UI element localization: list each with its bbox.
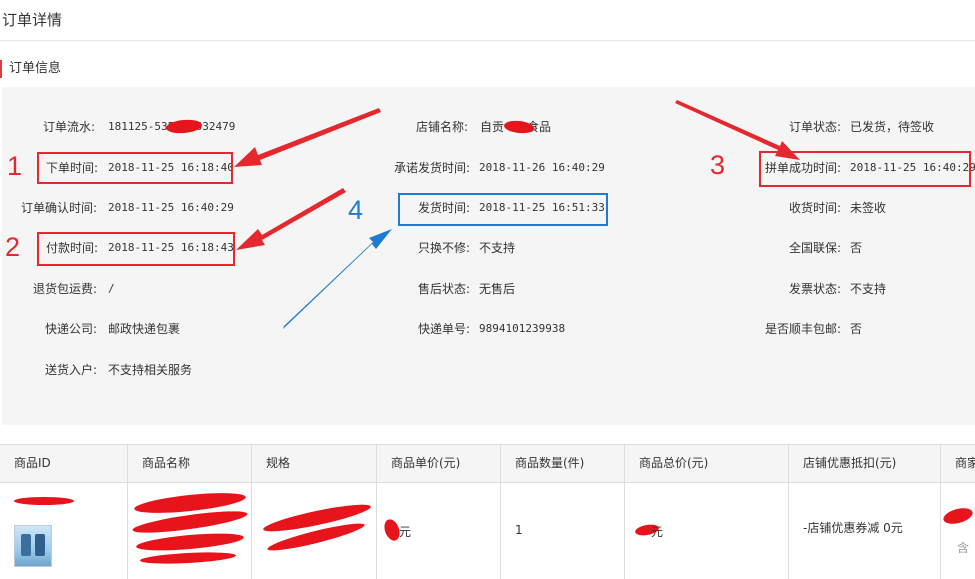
field-home-delivery: 送货入户: 不支持相关服务 — [0, 360, 300, 380]
field-return-shipping: 退货包运费: / — [0, 279, 300, 299]
field-order-serial: 订单流水: 181125-535 7632479 — [0, 117, 300, 137]
page-title: 订单详情 — [0, 0, 975, 41]
col-header-unit-price: 商品单价(元) — [377, 445, 501, 482]
tracking-no-value[interactable]: 9894101239938 — [479, 319, 565, 339]
field-sf-free-shipping: 是否顺丰包邮: 否 — [660, 319, 975, 339]
field-tracking-no: 快递单号: 9894101239938 — [300, 319, 620, 339]
home-delivery-label: 送货入户: — [44, 363, 97, 377]
shop-discount-value: -店铺优惠券减 0元 — [803, 521, 903, 535]
courier-value: 邮政快递包裹 — [108, 322, 181, 336]
tracking-no-label: 快递单号: — [417, 322, 470, 336]
redaction-scribble — [139, 550, 237, 566]
courier-label: 快递公司: — [44, 322, 97, 336]
promised-ship-time-label: 承诺发货时间: — [393, 161, 470, 175]
order-confirm-time-value: 2018-11-25 16:40:29 — [108, 201, 234, 214]
unit-price-suffix: 元 — [399, 525, 412, 539]
order-serial-label: 订单流水: — [42, 120, 95, 134]
redaction-scribble — [135, 530, 245, 554]
cell-quantity: 1 — [501, 483, 625, 579]
receive-time-label: 收货时间: — [788, 201, 841, 215]
annotation-number-4: 4 — [348, 195, 364, 225]
product-table: 商品ID 商品名称 规格 商品单价(元) 商品数量(件) 商品总价(元) 店铺优… — [0, 444, 975, 579]
return-shipping-label: 退货包运费: — [32, 282, 97, 296]
col-header-total-price: 商品总价(元) — [625, 445, 789, 482]
col-header-shop-discount: 店铺优惠抵扣(元) — [789, 445, 941, 482]
sf-free-shipping-value: 否 — [850, 322, 863, 336]
after-sale-value: 无售后 — [479, 282, 516, 296]
cell-product-id — [0, 483, 128, 579]
section-title: 订单信息 — [0, 60, 61, 78]
field-after-sale: 售后状态: 无售后 — [300, 279, 620, 299]
field-exchange-only: 只换不修: 不支持 — [300, 238, 620, 258]
invoice-status-label: 发票状态: — [788, 282, 841, 296]
quantity-value: 1 — [515, 523, 523, 537]
col-header-merchant: 商家 — [955, 456, 975, 470]
home-delivery-value: 不支持相关服务 — [108, 363, 193, 377]
field-receive-time: 收货时间: 未签收 — [660, 198, 975, 218]
field-order-status: 订单状态: 已发货，待签收 — [660, 117, 975, 137]
table-header: 商品ID 商品名称 规格 商品单价(元) 商品数量(件) 商品总价(元) 店铺优… — [0, 445, 975, 483]
highlight-box-order-time — [37, 152, 233, 184]
shop-name-label: 店铺名称: — [415, 120, 468, 134]
order-status-value: 已发货，待签收 — [850, 120, 935, 134]
highlight-box-group-success-time — [759, 151, 971, 187]
field-invoice-status: 发票状态: 不支持 — [660, 279, 975, 299]
col-header-spec: 规格 — [252, 445, 377, 482]
cell-unit-price: 元 — [377, 483, 501, 579]
col-header-product-name: 商品名称 — [128, 445, 252, 482]
field-courier: 快递公司: 邮政快递包裹 — [0, 319, 300, 339]
sf-free-shipping-label: 是否顺丰包邮: — [764, 322, 841, 336]
product-thumbnail[interactable] — [14, 525, 52, 567]
col-header-quantity: 商品数量(件) — [501, 445, 625, 482]
field-shop-name: 店铺名称: 自贡 食品 — [300, 117, 620, 137]
order-serial-value-prefix: 181125-535 — [108, 120, 175, 133]
annotation-number-3: 3 — [710, 150, 726, 180]
highlight-box-pay-time — [37, 232, 235, 266]
field-national-warranty: 全国联保: 否 — [660, 238, 975, 258]
redaction-scribble — [941, 505, 975, 527]
shop-name-value-prefix: 自贡 — [480, 120, 505, 134]
cell-total-price: 元 — [625, 483, 789, 579]
national-warranty-value: 否 — [850, 241, 863, 255]
cell-merchant: 含 — [941, 483, 975, 579]
exchange-only-label: 只换不修: — [417, 241, 470, 255]
cell-product-name — [128, 483, 252, 579]
national-warranty-label: 全国联保: — [788, 241, 841, 255]
order-status-label: 订单状态: — [788, 120, 841, 134]
promised-ship-time-value: 2018-11-26 16:40:29 — [479, 161, 605, 174]
receive-time-value: 未签收 — [850, 201, 887, 215]
merchant-partial-text: 含 — [957, 541, 970, 555]
exchange-only-value: 不支持 — [479, 241, 516, 255]
col-header-product-id: 商品ID — [0, 445, 128, 482]
total-price-suffix: 元 — [651, 525, 664, 539]
redaction-scribble — [14, 497, 74, 505]
annotation-number-1: 1 — [7, 151, 23, 181]
after-sale-label: 售后状态: — [417, 282, 470, 296]
field-order-confirm-time: 订单确认时间: 2018-11-25 16:40:29 — [0, 198, 300, 218]
annotation-number-2: 2 — [5, 232, 21, 262]
order-confirm-time-label: 订单确认时间: — [20, 201, 97, 215]
invoice-status-value: 不支持 — [850, 282, 887, 296]
return-shipping-value: / — [108, 282, 115, 295]
highlight-box-ship-time — [398, 193, 608, 226]
cell-spec — [252, 483, 377, 579]
table-row: 元 1 元 -店铺优惠券减 0元 含 — [0, 483, 975, 579]
cell-shop-discount: -店铺优惠券减 0元 — [789, 483, 941, 579]
field-promised-ship-time: 承诺发货时间: 2018-11-26 16:40:29 — [300, 158, 620, 178]
